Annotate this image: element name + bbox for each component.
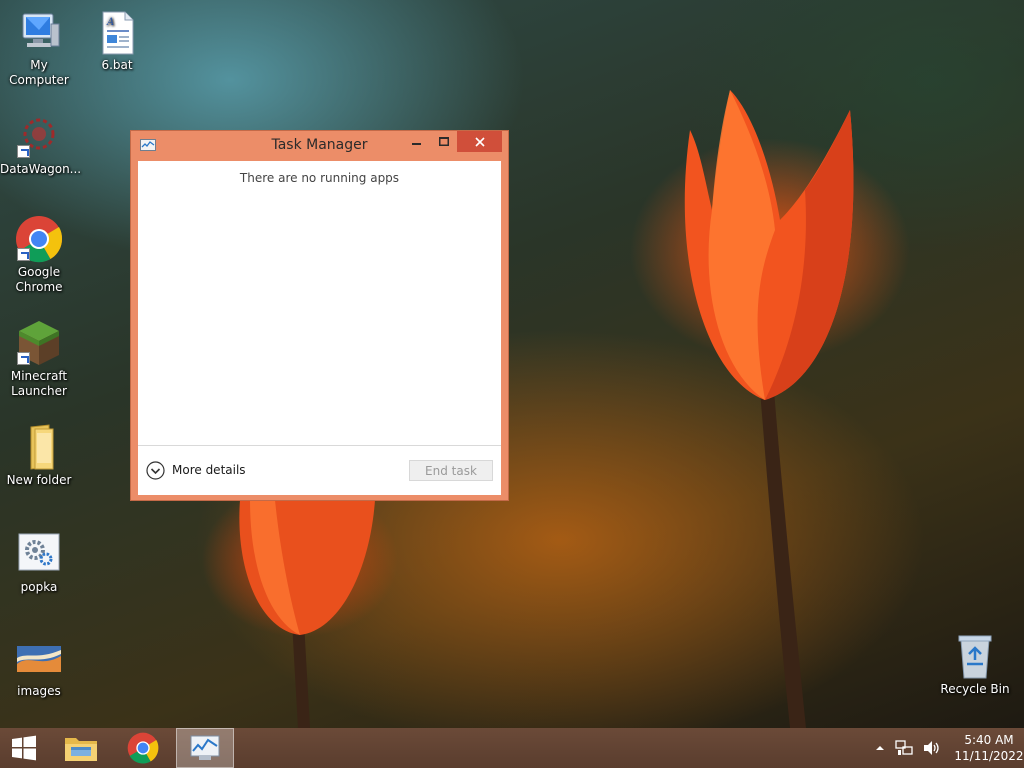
maximize-button[interactable] [431, 131, 457, 152]
clock-time: 5:40 AM [964, 733, 1014, 747]
network-button[interactable] [895, 740, 913, 756]
taskbar-file-explorer[interactable] [52, 728, 110, 768]
desktop-icon-label: 6.bat [101, 58, 133, 72]
desktop-icon-label: Recycle Bin [940, 682, 1010, 696]
desktop-icon-bat-file[interactable]: A 6.bat [78, 8, 156, 73]
shortcut-arrow-icon [17, 145, 30, 158]
desktop-icon-label: popka [20, 580, 58, 594]
maximize-icon [439, 136, 449, 146]
task-manager-icon [190, 735, 220, 760]
close-button[interactable] [457, 131, 502, 152]
desktop-icon-chrome[interactable]: Google Chrome [0, 215, 78, 295]
chrome-icon [15, 215, 63, 263]
wallpaper-tulip-large [684, 90, 854, 728]
wallpaper-tulip-small [239, 500, 375, 728]
desktop: My Computer A 6.bat DataWagon... Google … [0, 0, 1024, 728]
bat-file-icon: A [93, 8, 141, 56]
chrome-icon [127, 732, 159, 764]
desktop-icon-new-folder[interactable]: New folder [0, 423, 78, 488]
svg-text:A: A [106, 17, 114, 28]
taskbar-chrome[interactable] [114, 728, 172, 768]
desktop-icon-label: Google Chrome [15, 265, 63, 294]
more-details-button[interactable]: More details [146, 460, 246, 480]
speaker-icon [924, 741, 939, 755]
task-manager-content: There are no running apps More details E… [138, 161, 501, 495]
close-icon [474, 136, 485, 147]
chevron-up-icon [876, 746, 884, 750]
desktop-icon-label: Minecraft Launcher [10, 369, 68, 398]
popka-icon [15, 530, 63, 578]
task-manager-window[interactable]: Task Manager There are no running apps M [130, 130, 509, 501]
task-manager-footer: More details End task [138, 445, 501, 495]
file-explorer-icon [65, 738, 97, 761]
minimize-button[interactable] [404, 131, 430, 152]
desktop-icon-minecraft[interactable]: Minecraft Launcher [0, 319, 78, 399]
network-icon [895, 740, 913, 755]
my-computer-icon [15, 8, 63, 56]
chevron-down-icon [146, 460, 165, 480]
task-manager-titlebar[interactable]: Task Manager [131, 131, 508, 161]
volume-button[interactable] [923, 740, 941, 756]
show-hidden-icons-button[interactable] [875, 743, 885, 753]
start-button[interactable] [0, 728, 48, 768]
desktop-icon-label: My Computer [9, 58, 69, 87]
clock-date: 11/11/2022 [954, 749, 1024, 763]
end-task-button[interactable]: End task [409, 460, 493, 481]
folder-icon [15, 423, 63, 471]
desktop-icon-label: New folder [6, 473, 72, 487]
recycle-bin-icon [951, 632, 999, 680]
desktop-icon-recycle-bin[interactable]: Recycle Bin [936, 632, 1014, 697]
desktop-icon-datawagon[interactable]: DataWagon... [0, 112, 82, 177]
minimize-icon [412, 142, 421, 145]
desktop-icon-popka[interactable]: popka [0, 530, 78, 595]
taskbar-task-manager[interactable] [176, 728, 234, 768]
more-details-label: More details [172, 463, 246, 477]
desktop-icon-images[interactable]: images [0, 634, 78, 699]
desktop-icon-label: DataWagon... [0, 162, 82, 176]
taskbar-clock[interactable]: 5:40 AM 11/11/2022 [954, 732, 1024, 764]
taskbar: 5:40 AM 11/11/2022 [0, 728, 1024, 768]
windows-logo-icon [12, 735, 36, 761]
shortcut-arrow-icon [17, 352, 30, 365]
no-apps-message: There are no running apps [239, 171, 400, 185]
minecraft-icon [15, 319, 63, 367]
desktop-icon-label: images [17, 684, 61, 698]
datawagon-icon [15, 112, 63, 160]
shortcut-arrow-icon [17, 248, 30, 261]
images-icon [15, 634, 63, 682]
system-tray: 5:40 AM 11/11/2022 [870, 728, 1024, 768]
desktop-icon-my-computer[interactable]: My Computer [0, 8, 78, 88]
